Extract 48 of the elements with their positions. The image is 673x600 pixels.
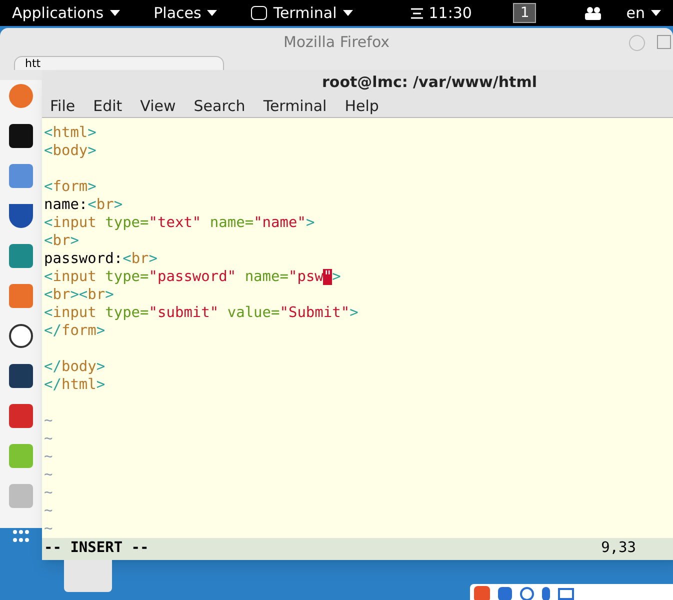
- code-line: </html>: [44, 377, 106, 394]
- empty-line-marker: ~: [44, 521, 53, 538]
- menu-icon: [410, 8, 423, 18]
- window-title: root@lmc: /var/www/html: [322, 72, 537, 94]
- shield-icon[interactable]: [9, 204, 33, 228]
- caret-icon: [110, 10, 120, 16]
- code-line: <html>: [44, 125, 96, 142]
- menu-item[interactable]: Terminal: [263, 94, 327, 118]
- people-icon[interactable]: [584, 6, 602, 20]
- browser-tab[interactable]: htt: [14, 56, 224, 70]
- code-line: <br>: [44, 233, 79, 250]
- clock: 11:30: [428, 2, 472, 24]
- window-title: Mozilla Firefox: [283, 32, 390, 53]
- empty-line-marker: ~: [44, 467, 53, 484]
- menu-button[interactable]: Places: [154, 2, 218, 24]
- menu-item[interactable]: Search: [194, 94, 246, 118]
- empty-line-marker: ~: [44, 449, 53, 466]
- caret-icon: [651, 10, 661, 16]
- menu-item[interactable]: Help: [344, 94, 379, 118]
- code-line: <form>: [44, 179, 96, 196]
- code-line: name:<br>: [44, 197, 123, 214]
- menu-item[interactable]: File: [50, 94, 76, 118]
- code-line: <input type="text" name="name">: [44, 215, 315, 232]
- workspace-indicator[interactable]: 1: [513, 3, 536, 23]
- code-line: </body>: [44, 359, 106, 376]
- code-line: <input type="submit" value="Submit">: [44, 305, 358, 322]
- cursor-position: 9,33: [601, 539, 636, 558]
- menu-item[interactable]: View: [140, 94, 176, 118]
- menu-button[interactable]: Applications: [12, 2, 120, 24]
- tray-icon[interactable]: [498, 587, 512, 600]
- empty-line-marker: ~: [44, 503, 53, 520]
- language-menu[interactable]: en: [626, 2, 661, 24]
- code-line: </form>: [44, 323, 106, 340]
- empty-line-marker: ~: [44, 413, 53, 430]
- caret-icon: [342, 10, 353, 16]
- code-line: <br><br>: [44, 287, 114, 304]
- maximize-button[interactable]: [657, 35, 671, 49]
- code-line: password:<br>: [44, 251, 158, 268]
- app-menu[interactable]: Terminal: [251, 2, 353, 24]
- app-grid-icon[interactable]: [13, 530, 29, 542]
- caret-icon: [207, 10, 218, 16]
- empty-line-marker: ~: [44, 431, 53, 448]
- menu-item[interactable]: Edit: [93, 94, 122, 118]
- code-line: <body>: [44, 143, 96, 160]
- empty-line-marker: ~: [44, 485, 53, 502]
- code-line: <input type="password" name="psw">: [44, 269, 341, 286]
- input-method-icon[interactable]: [474, 586, 490, 600]
- mode-indicator: -- INSERT --: [44, 539, 149, 558]
